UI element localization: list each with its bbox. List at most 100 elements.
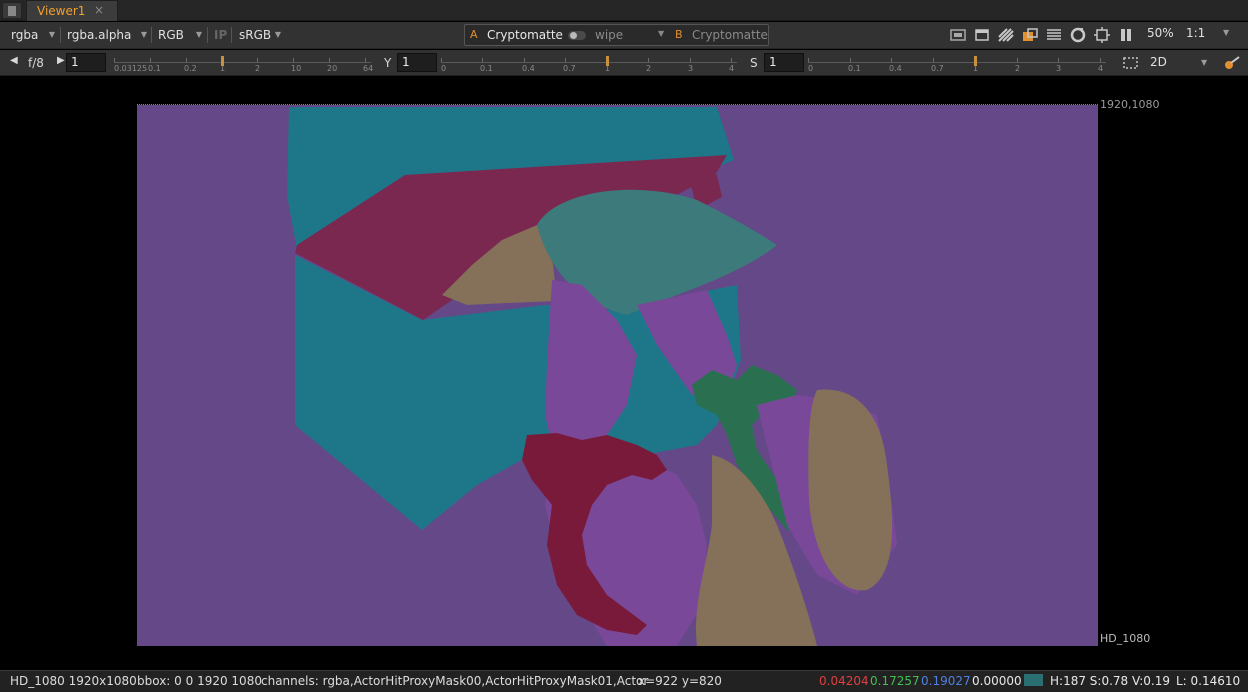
display-channels-dropdown[interactable]: RGB ▼ xyxy=(154,26,204,44)
lut-dropdown-value: sRGB xyxy=(239,28,272,42)
hsv-info: H:187 S:0.78 V:0.19 xyxy=(1050,674,1170,688)
slider-tick-label: 0 xyxy=(441,64,447,73)
roi-icon[interactable] xyxy=(949,27,967,43)
saturation-label: S xyxy=(750,56,758,70)
alpha-value: 0.00000 xyxy=(972,674,1022,688)
slider-tick-label: 0 xyxy=(808,64,814,73)
image-frame xyxy=(137,104,1098,646)
triangle-right-icon[interactable]: ▶ xyxy=(57,55,65,66)
view-mode-dropdown[interactable]: 2D xyxy=(1150,55,1167,69)
refresh-icon[interactable] xyxy=(1069,27,1087,43)
zoom-dropdown[interactable]: 50% xyxy=(1147,26,1174,40)
saturation-input[interactable]: 1 xyxy=(764,53,804,72)
format-label: HD_1080 xyxy=(1100,632,1151,645)
slider-handle[interactable] xyxy=(221,56,224,66)
proxy-ratio-dropdown[interactable]: 1:1 xyxy=(1186,26,1205,40)
divider xyxy=(60,27,61,43)
slider-tick xyxy=(524,58,525,62)
chevron-down-icon: ▼ xyxy=(195,30,202,39)
wipe-toggle[interactable] xyxy=(568,31,586,40)
alpha-channel-dropdown-value: rgba.alpha xyxy=(67,28,132,42)
luminance-info: L: 0.14610 xyxy=(1176,674,1241,688)
gamma-slider[interactable]: 0 0.1 0.4 0.7 1 2 3 4 xyxy=(441,53,737,73)
brush-icon[interactable] xyxy=(1223,55,1241,71)
slider-tick-label: 0.1 xyxy=(148,64,161,73)
divider xyxy=(151,27,152,43)
slider-tick xyxy=(150,58,151,62)
slider-track xyxy=(441,62,737,63)
slider-tick xyxy=(808,58,809,62)
slider-tick-label: 0.03125 xyxy=(114,64,148,73)
chevron-down-icon: ▼ xyxy=(48,30,55,39)
frame-icon[interactable] xyxy=(973,27,991,43)
saturation-slider[interactable]: 0 0.1 0.4 0.7 1 2 3 4 xyxy=(808,53,1106,73)
slider-track xyxy=(114,62,371,63)
scanlines-icon[interactable] xyxy=(1045,27,1063,43)
tab-viewer1[interactable]: Viewer1 × xyxy=(26,0,118,21)
slider-tick xyxy=(648,58,649,62)
divider xyxy=(231,27,232,43)
slider-tick xyxy=(1100,58,1101,62)
pixel-coords: x=922 y=820 xyxy=(638,674,722,688)
slider-tick-label: 0.1 xyxy=(480,64,493,73)
format-info: HD_1080 1920x1080 xyxy=(10,674,137,688)
close-icon[interactable]: × xyxy=(94,3,104,17)
triangle-left-icon[interactable]: ◀ xyxy=(10,55,18,66)
lut-dropdown[interactable]: sRGB ▼ xyxy=(235,26,283,44)
wipe-mode-dropdown[interactable]: wipe xyxy=(595,28,623,42)
slider-tick-label: 20 xyxy=(327,64,338,73)
format-corner-top-right: 1920,1080 xyxy=(1100,98,1160,111)
green-value: 0.17257 xyxy=(870,674,920,688)
gpu-icon[interactable] xyxy=(1093,27,1111,43)
gain-input[interactable]: 1 xyxy=(66,53,106,72)
slider-tick xyxy=(114,58,115,62)
divider xyxy=(207,27,208,43)
viewer-toolbar-bottom: ◀ f/8 ▶ 1 0.03125 0.1 0.2 1 2 10 20 64 Y 1 0 0.1… xyxy=(0,50,1248,76)
bbox-info: bbox: 0 0 1920 1080 xyxy=(137,674,262,688)
slider-tick xyxy=(257,58,258,62)
checkerboard-icon[interactable] xyxy=(997,27,1015,43)
gamma-input[interactable]: 1 xyxy=(397,53,437,72)
slider-tick-label: 2 xyxy=(1015,64,1021,73)
viewer-canvas[interactable]: 1920,1080 HD_1080 xyxy=(0,77,1248,670)
gain-slider[interactable]: 0.03125 0.1 0.2 1 2 10 20 64 xyxy=(114,53,374,73)
slider-tick-label: 64 xyxy=(363,64,374,73)
alpha-channel-dropdown[interactable]: rgba.alpha ▼ xyxy=(63,26,149,44)
chevron-down-icon: ▼ xyxy=(658,29,665,38)
slider-tick xyxy=(690,58,691,62)
cryptomatte-image xyxy=(137,105,1098,646)
pause-icon[interactable] xyxy=(1117,27,1135,43)
region-select-icon[interactable] xyxy=(1122,55,1140,71)
overlay-icon[interactable] xyxy=(1021,27,1039,43)
slider-handle[interactable] xyxy=(974,56,977,66)
slider-tick-label: 3 xyxy=(1056,64,1062,73)
color-swatch xyxy=(1024,674,1043,686)
chevron-down-icon: ▼ xyxy=(140,30,147,39)
slider-tick xyxy=(731,58,732,62)
channels-dropdown[interactable]: rgba ▼ xyxy=(7,26,57,44)
slider-tick-label: 4 xyxy=(729,64,735,73)
panel-menu-icon[interactable] xyxy=(2,2,22,19)
input-process-toggle[interactable]: IP xyxy=(214,26,227,44)
slider-tick-label: 0.2 xyxy=(184,64,197,73)
slider-tick xyxy=(850,58,851,62)
slider-tick xyxy=(891,58,892,62)
gamma-label: Y xyxy=(384,56,392,70)
slider-handle[interactable] xyxy=(606,56,609,66)
slider-tick-label: 4 xyxy=(1098,64,1104,73)
slider-tick xyxy=(565,58,566,62)
input-a-dropdown[interactable]: Cryptomatte xyxy=(487,28,563,42)
chevron-down-icon: ▼ xyxy=(1223,28,1230,37)
slider-tick xyxy=(329,58,330,62)
red-value: 0.04204 xyxy=(819,674,869,688)
chevron-down-icon: ▼ xyxy=(274,30,281,39)
info-bar: HD_1080 1920x1080 bbox: 0 0 1920 1080 ch… xyxy=(0,670,1248,692)
input-b-dropdown[interactable]: Cryptomatte xyxy=(692,28,768,42)
slider-tick-label: 3 xyxy=(688,64,694,73)
slider-tick-label: 2 xyxy=(646,64,652,73)
slider-tick-label: 2 xyxy=(255,64,261,73)
input-a-letter: A xyxy=(470,28,478,41)
slider-tick-label: 0.7 xyxy=(931,64,944,73)
channels-info: channels: rgba,ActorHitProxyMask00,Actor… xyxy=(261,674,649,688)
channels-dropdown-value: rgba xyxy=(11,28,39,42)
